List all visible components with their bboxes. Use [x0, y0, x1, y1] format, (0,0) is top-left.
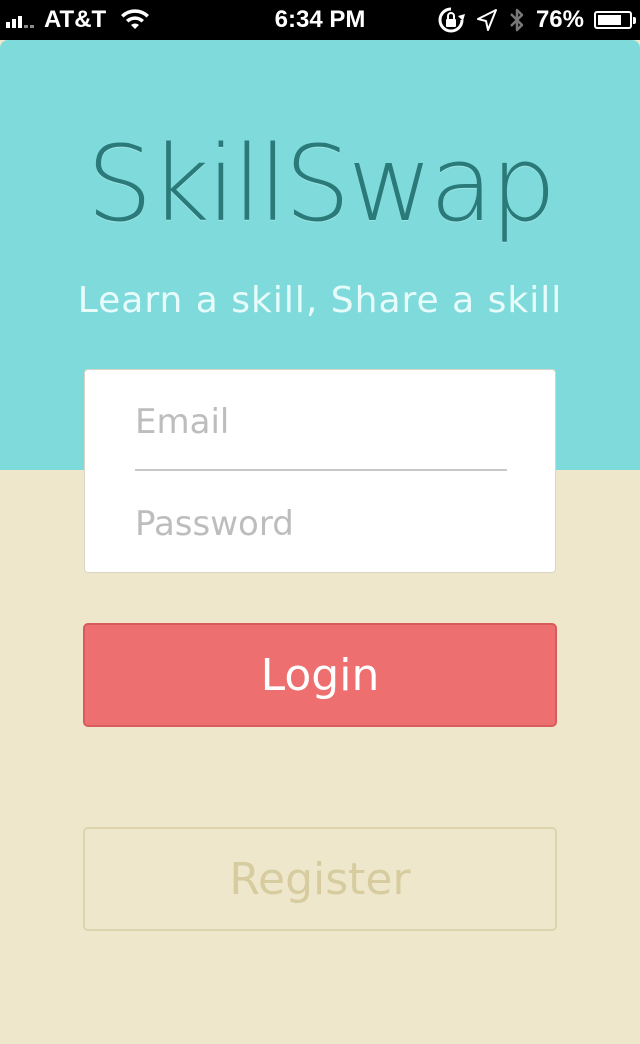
login-card: [84, 369, 556, 573]
field-divider: [135, 469, 507, 471]
bluetooth-icon: [510, 8, 524, 32]
app-logo: SkillSwap: [86, 123, 557, 245]
status-bar: AT&T 6:34 PM 76%: [0, 0, 640, 40]
app-tagline: Learn a skill, Share a skill: [77, 280, 563, 321]
battery-fill: [598, 15, 621, 25]
register-button[interactable]: Register: [83, 827, 557, 931]
login-screen: AT&T 6:34 PM 76% SkillSwap Learn a skill…: [0, 0, 640, 1044]
status-bar-right: 76%: [436, 0, 636, 40]
battery-icon: [594, 11, 636, 29]
rotation-lock-icon: [438, 7, 465, 33]
battery-percent: 76%: [535, 6, 584, 33]
password-field[interactable]: [135, 494, 507, 554]
location-arrow-icon: [476, 9, 497, 31]
email-field[interactable]: [135, 392, 507, 452]
login-button[interactable]: Login: [83, 623, 557, 727]
